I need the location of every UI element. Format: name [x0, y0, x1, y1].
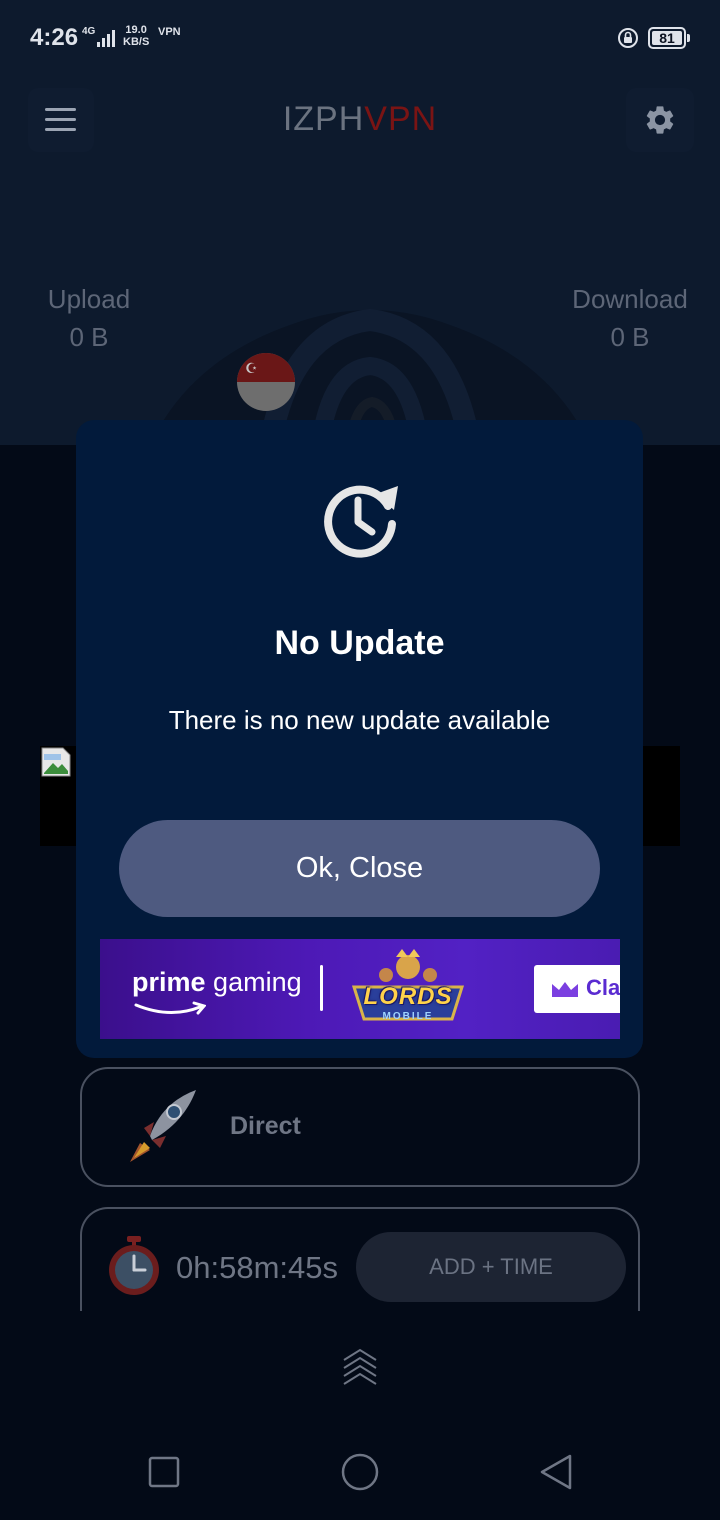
broken-image-icon: [41, 747, 71, 777]
app-title-part1: IZPH: [282, 100, 365, 138]
signal-icon: [97, 30, 115, 47]
singapore-flag-icon[interactable]: ☪: [237, 353, 295, 411]
ad-brand-part1: prime: [132, 967, 206, 997]
network-type: 4G: [82, 26, 96, 37]
ad-claim-button[interactable]: Clai: [534, 965, 620, 1013]
rocket-icon: [130, 1090, 196, 1162]
status-time: 4:26: [30, 24, 79, 51]
add-time-button[interactable]: ADD + TIME: [356, 1232, 626, 1302]
upload-value: 0 B: [69, 322, 109, 352]
rotation-lock-icon: [618, 28, 638, 48]
amazon-smile-icon: [134, 1001, 206, 1015]
battery-indicator: 81: [648, 27, 686, 49]
ad-banner[interactable]: prime gaming LORDS MOBILE Clai: [100, 939, 620, 1039]
stopwatch-icon: [109, 1236, 159, 1295]
crown-icon: [552, 982, 578, 997]
battery-level: 81: [659, 30, 675, 46]
ad-brand: prime gaming: [132, 967, 302, 998]
vpn-indicator: VPN: [158, 26, 181, 38]
upload-label: Upload: [47, 284, 131, 314]
app-title-part2: VPN: [364, 100, 438, 138]
triangle-back-icon[interactable]: [538, 1452, 574, 1492]
network-speed: 19.0 KB/S: [123, 24, 149, 48]
ad-cta-label: Clai: [586, 975, 620, 1000]
dialog-message: There is no new update available: [168, 705, 551, 735]
ad-game-title: LORDS: [363, 983, 453, 1010]
battery-nub: [687, 34, 690, 42]
settings-button[interactable]: [626, 88, 694, 152]
timer-remaining: 0h:58m:45s: [176, 1250, 338, 1285]
update-clock-icon: [324, 485, 398, 558]
expand-up-chevrons-icon[interactable]: [340, 1346, 380, 1388]
dialog-title: No Update: [274, 624, 445, 662]
ad-divider: [320, 965, 323, 1011]
download-value: 0 B: [610, 322, 650, 352]
mode-label: Direct: [230, 1112, 301, 1140]
download-label: Download: [572, 284, 688, 314]
ad-game-subtitle: MOBILE: [382, 1011, 434, 1022]
gear-icon: [646, 106, 674, 134]
app-title: IZPHVPN: [0, 100, 720, 139]
speed-value: 19.0: [125, 24, 147, 36]
circle-icon[interactable]: [340, 1452, 380, 1492]
speed-unit: KB/S: [123, 36, 150, 48]
ok-close-button[interactable]: Ok, Close: [119, 820, 600, 917]
square-icon[interactable]: [146, 1454, 182, 1490]
ad-brand-part2: gaming: [213, 967, 302, 997]
crescent-stars-icon: ☪: [245, 360, 258, 376]
